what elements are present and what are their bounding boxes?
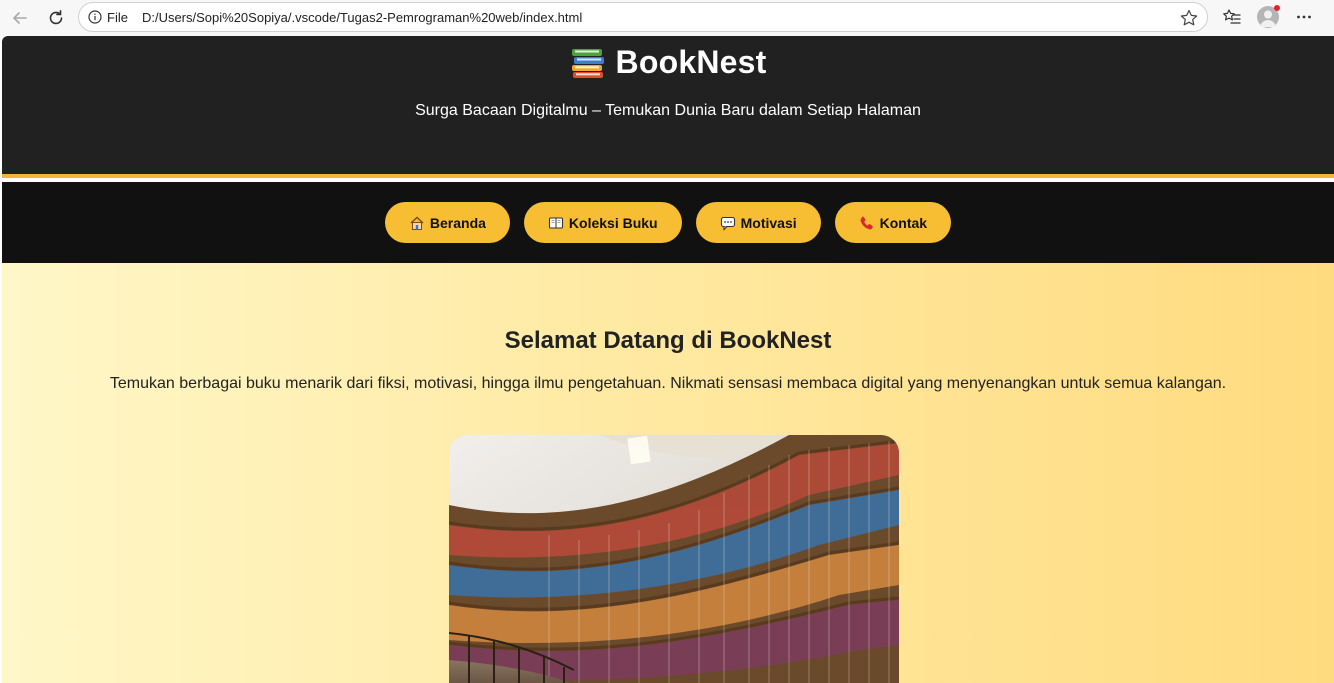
library-photo (449, 435, 899, 683)
favorites-icon (1223, 9, 1241, 24)
notification-dot (1274, 5, 1280, 11)
brand: BookNest (2, 44, 1334, 81)
nav-item-label: Koleksi Buku (568, 214, 658, 231)
site-header: BookNest Surga Bacaan Digitalmu – Temuka… (2, 36, 1334, 178)
house-icon (409, 215, 425, 231)
site-tagline: Surga Bacaan Digitalmu – Temukan Dunia B… (415, 102, 921, 119)
more-icon (1297, 15, 1311, 19)
address-bar[interactable]: File D:/Users/Sopi%20Sopiya/.vscode/Tuga… (78, 2, 1208, 32)
url-text[interactable]: D:/Users/Sopi%20Sopiya/.vscode/Tugas2-Pe… (142, 10, 582, 25)
info-icon[interactable] (87, 9, 103, 25)
intro-paragraph: Temukan berbagai buku menarik dari fiksi… (109, 375, 1227, 392)
welcome-heading: Selamat Datang di BookNest (504, 327, 832, 354)
nav-item-motivasi[interactable]: Motivasi (695, 202, 821, 243)
more-button[interactable] (1290, 3, 1318, 31)
nav-item-koleksi-buku[interactable]: Koleksi Buku (523, 202, 682, 243)
reload-icon (49, 10, 63, 25)
nav-item-kontak[interactable]: Kontak (834, 202, 952, 243)
main-navigation: Beranda Koleksi Buku Motivasi Kontak (2, 182, 1334, 263)
favorites-button[interactable] (1218, 3, 1246, 31)
profile-button[interactable] (1254, 3, 1282, 31)
books-icon (571, 48, 604, 78)
nav-item-label: Motivasi (740, 214, 797, 231)
browser-actions (1218, 3, 1326, 31)
reload-button[interactable] (42, 4, 70, 32)
back-button[interactable] (6, 4, 34, 32)
nav-item-beranda[interactable]: Beranda (384, 202, 510, 243)
phone-icon (859, 215, 875, 231)
site-title: BookNest (615, 44, 767, 80)
library-image (449, 435, 899, 683)
nav-item-label: Beranda (429, 214, 486, 231)
hero-section: Selamat Datang di BookNest Temukan berba… (2, 263, 1334, 683)
star-icon[interactable] (1179, 8, 1199, 28)
nav-item-label: Kontak (879, 214, 928, 231)
file-scheme-label: File (107, 9, 128, 25)
speech-bubble-icon (720, 215, 736, 231)
back-icon (12, 12, 27, 24)
web-page: BookNest Surga Bacaan Digitalmu – Temuka… (2, 36, 1334, 683)
book-icon (548, 215, 564, 231)
